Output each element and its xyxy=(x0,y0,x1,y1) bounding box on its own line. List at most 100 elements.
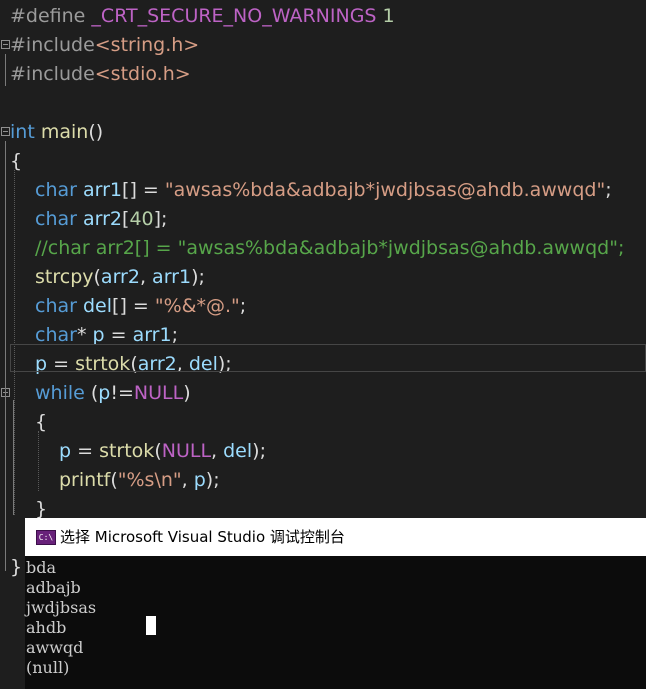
code-text: char del[] = "%&*@."; xyxy=(35,292,246,321)
code-token: <string.h> xyxy=(94,34,200,56)
code-line[interactable]: char arr2[40]; xyxy=(0,205,646,234)
code-token: = xyxy=(104,324,133,346)
code-line[interactable]: while (p!=NULL) xyxy=(0,379,646,408)
indent-guide-main xyxy=(14,170,15,515)
include-outline-bar xyxy=(5,54,6,86)
code-token: ); xyxy=(191,266,205,288)
code-line[interactable]: { xyxy=(0,147,646,176)
code-token: ); xyxy=(205,469,220,491)
code-text: #define _CRT_SECURE_NO_WARNINGS 1 xyxy=(10,2,395,31)
console-title: 选择 Microsoft Visual Studio 调试控制台 xyxy=(60,528,345,546)
console-cursor xyxy=(146,616,156,635)
code-line[interactable]: char arr1[] = "awsas%bda&adbajb*jwdjbsas… xyxy=(0,176,646,205)
code-token: arr1 xyxy=(152,266,192,288)
code-token: ; xyxy=(605,179,612,201)
code-token: strtok xyxy=(99,440,155,462)
code-token: ); xyxy=(252,440,266,462)
console-title-bar[interactable]: C:\ 选择 Microsoft Visual Studio 调试控制台 xyxy=(25,518,646,556)
code-line[interactable]: strcpy(arr2, arr1); xyxy=(0,263,646,292)
code-line[interactable] xyxy=(0,89,646,118)
code-token: () xyxy=(88,121,104,143)
code-token: main xyxy=(40,121,89,143)
code-token: arr1 xyxy=(132,324,172,346)
console-output-line: jwdjbsas xyxy=(26,598,97,617)
code-token: { xyxy=(10,150,23,172)
console-output: bda adbajb jwdjbsas ahdb awwqd (null) xyxy=(26,558,96,678)
code-text: { xyxy=(35,408,47,437)
collapse-include-icon[interactable] xyxy=(1,40,10,49)
code-token: ( xyxy=(110,469,118,491)
code-token: [] = xyxy=(122,179,165,201)
code-line[interactable]: int main() xyxy=(0,118,646,147)
code-token: ]; xyxy=(153,208,168,230)
code-line[interactable]: #include<stdio.h> xyxy=(0,60,646,89)
code-token: ( xyxy=(93,266,101,288)
code-text: //char arr2[] = "awsas%bda&adbajb*jwdjbs… xyxy=(35,234,624,263)
code-token: int xyxy=(10,121,35,143)
console-output-line: (null) xyxy=(26,658,70,677)
code-token: 40 xyxy=(129,208,154,230)
code-token: arr2 xyxy=(83,208,123,230)
code-token: p xyxy=(193,469,206,491)
code-text: p = strtok(NULL, del); xyxy=(59,437,266,466)
code-token: 1 xyxy=(382,5,395,27)
code-line[interactable]: printf("%s\n", p); xyxy=(0,466,646,495)
code-token: printf xyxy=(59,469,111,491)
code-text: int main() xyxy=(10,118,103,147)
code-token: NULL xyxy=(133,382,184,404)
code-token: ( xyxy=(154,440,162,462)
code-token: while xyxy=(35,382,85,404)
console-output-line: awwqd xyxy=(26,638,84,657)
code-token: strcpy xyxy=(35,266,94,288)
code-token: char xyxy=(35,295,77,317)
code-token: #include xyxy=(10,34,95,56)
code-token: arr1 xyxy=(83,179,123,201)
console-output-line: adbajb xyxy=(26,578,81,597)
code-text: #include<string.h> xyxy=(10,31,199,60)
main-outline-bar xyxy=(5,141,6,571)
code-token: , xyxy=(181,469,194,491)
code-token: #include xyxy=(10,63,95,85)
code-line[interactable]: #include<string.h> xyxy=(0,31,646,60)
code-line[interactable]: #define _CRT_SECURE_NO_WARNINGS 1 xyxy=(0,2,646,31)
code-token: ( xyxy=(84,382,99,404)
code-line[interactable]: p = strtok(NULL, del); xyxy=(0,437,646,466)
code-text: char arr1[] = "awsas%bda&adbajb*jwdjbsas… xyxy=(35,176,612,205)
code-token: = xyxy=(71,440,100,462)
code-text: char arr2[40]; xyxy=(35,205,167,234)
code-token: { xyxy=(35,411,48,433)
code-token: <stdio.h> xyxy=(94,63,191,85)
code-token: //char arr2[] = "awsas%bda&adbajb*jwdjbs… xyxy=(35,237,625,259)
code-token: del xyxy=(223,440,253,462)
code-token: p xyxy=(98,382,111,404)
debug-console-window[interactable]: C:\ 选择 Microsoft Visual Studio 调试控制台 bda… xyxy=(25,518,646,689)
code-token: p xyxy=(92,324,105,346)
code-line[interactable]: //char arr2[] = "awsas%bda&adbajb*jwdjbs… xyxy=(0,234,646,263)
code-line[interactable]: { xyxy=(0,408,646,437)
code-token: _CRT_SECURE_NO_WARNINGS xyxy=(91,5,377,27)
collapse-main-icon[interactable] xyxy=(1,127,10,136)
code-token: char xyxy=(35,324,77,346)
code-token: } xyxy=(10,556,23,578)
console-output-line: ahdb xyxy=(26,618,67,637)
code-token: char xyxy=(35,208,77,230)
code-token: p xyxy=(59,440,72,462)
console-output-line: bda xyxy=(26,558,57,577)
code-token: ; xyxy=(239,295,247,317)
code-token: del xyxy=(83,295,113,317)
code-token: ; xyxy=(171,324,178,346)
code-text: strcpy(arr2, arr1); xyxy=(35,263,205,292)
code-token: , xyxy=(211,440,224,462)
code-token: NULL xyxy=(161,440,212,462)
code-token: arr2 xyxy=(100,266,140,288)
code-line[interactable]: char del[] = "%&*@."; xyxy=(0,292,646,321)
indent-guide-while xyxy=(38,431,39,491)
code-token: "%&*@." xyxy=(154,295,240,317)
code-token: , xyxy=(139,266,153,288)
code-text: #include<stdio.h> xyxy=(10,60,191,89)
code-text: while (p!=NULL) xyxy=(35,379,191,408)
code-text: } xyxy=(10,553,22,582)
code-text: { xyxy=(10,147,22,176)
code-token: * xyxy=(76,324,93,346)
code-token: "awsas%bda&adbajb*jwdjbsas@ahdb.awwqd" xyxy=(164,179,606,201)
